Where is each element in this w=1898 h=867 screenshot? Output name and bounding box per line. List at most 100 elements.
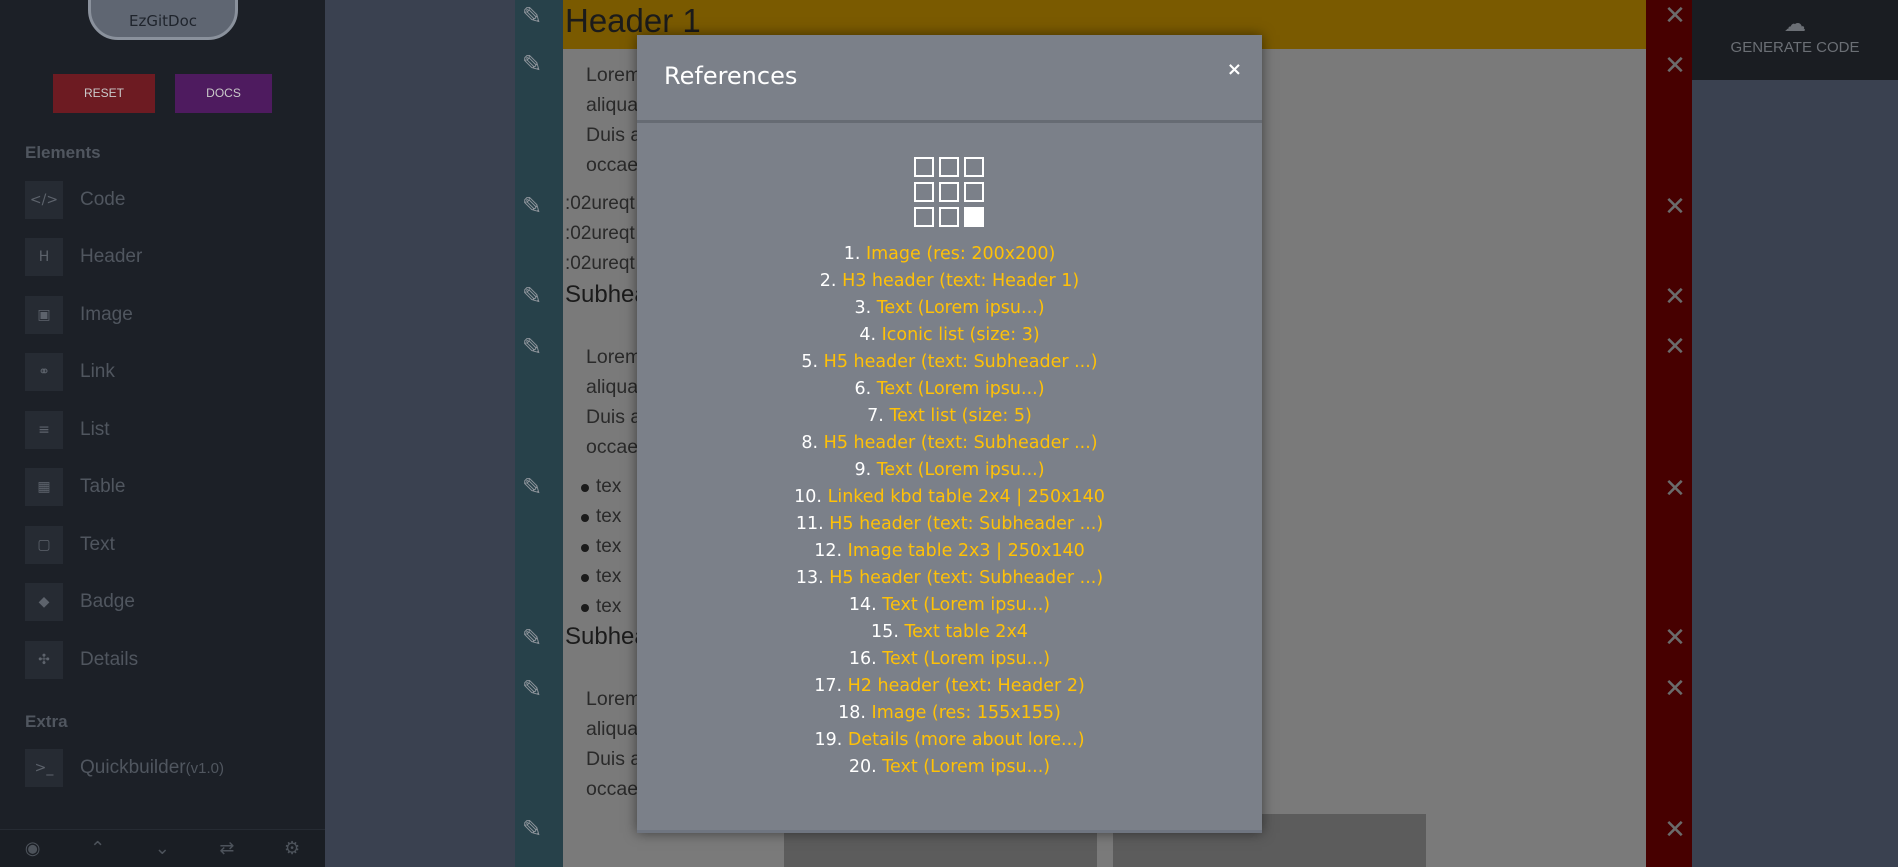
sidebar-item-label: Quickbuilder(v1.0)	[80, 757, 224, 779]
reference-link[interactable]: H5 header (text: Subheader ...)	[829, 568, 1103, 588]
doc-list-item: :02ureqt	[565, 253, 635, 274]
eye-icon[interactable]: ◉	[25, 838, 41, 859]
delete-icon[interactable]: ✕	[1661, 193, 1689, 221]
reference-link[interactable]: Text (Lorem ipsu...)	[877, 379, 1045, 399]
edit-pencil-icon[interactable]: ✎	[516, 192, 548, 224]
edit-pencil-icon[interactable]: ✎	[516, 50, 548, 82]
sidebar-item-list[interactable]: ≡ List	[25, 411, 305, 449]
delete-icon[interactable]: ✕	[1661, 624, 1689, 652]
edit-pencil-icon[interactable]: ✎	[516, 675, 548, 707]
generate-code-label: GENERATE CODE	[1730, 39, 1860, 56]
reference-number: 9.	[854, 460, 872, 480]
sidebar-item-label: Image	[80, 304, 133, 325]
sidebar-item-label: List	[80, 419, 110, 440]
list-item: 9. Text (Lorem ipsu...)	[637, 457, 1262, 484]
reference-link[interactable]: H5 header (text: Subheader ...)	[829, 514, 1103, 534]
workspace-gap	[325, 0, 515, 867]
edit-pencil-icon[interactable]: ✎	[516, 282, 548, 314]
delete-icon[interactable]: ✕	[1661, 2, 1689, 30]
delete-icon[interactable]: ✕	[1661, 475, 1689, 503]
edit-pencil-icon[interactable]: ✎	[516, 473, 548, 505]
sidebar-item-label: Text	[80, 534, 115, 555]
reference-number: 2.	[819, 271, 837, 291]
terminal-icon: >_	[25, 749, 63, 787]
sidebar-item-label: Header	[80, 246, 143, 267]
modal-header: References ×	[637, 35, 1262, 123]
docs-button[interactable]: DOCS	[175, 74, 272, 113]
references-modal: References × 1. Image (res: 200x200) 2. H…	[637, 35, 1262, 833]
reference-link[interactable]: Iconic list (size: 3)	[882, 325, 1040, 345]
edit-pencil-icon[interactable]: ✎	[516, 815, 548, 847]
reference-link[interactable]: Image (res: 155x155)	[872, 703, 1061, 723]
reference-number: 20.	[848, 757, 877, 777]
sidebar-item-header[interactable]: H Header	[25, 238, 305, 276]
delete-icon[interactable]: ✕	[1661, 52, 1689, 80]
image-icon: ▣	[25, 296, 63, 334]
elements-section-title: Elements	[25, 143, 101, 162]
reference-number: 16.	[848, 649, 877, 669]
delete-icon[interactable]: ✕	[1661, 816, 1689, 844]
sidebar-item-details[interactable]: ✣ Details	[25, 641, 305, 679]
sidebar-item-label: Table	[80, 476, 126, 497]
reference-link[interactable]: Text (Lorem ipsu...)	[877, 460, 1045, 480]
sidebar-item-badge[interactable]: ◆ Badge	[25, 583, 305, 621]
app-logo: EzGitDoc	[88, 0, 238, 40]
sidebar-item-link[interactable]: ⚭ Link	[25, 353, 305, 391]
list-item: 20. Text (Lorem ipsu...)	[637, 754, 1262, 781]
chevrons-down-icon[interactable]: ⌄	[155, 838, 170, 859]
delete-column	[1646, 0, 1692, 867]
extra-section-title: Extra	[25, 712, 68, 731]
reference-link[interactable]: Details (more about lore...)	[848, 730, 1085, 750]
reference-number: 13.	[795, 568, 824, 588]
sidebar-item-code[interactable]: </> Code	[25, 181, 305, 219]
reference-link[interactable]: Text (Lorem ipsu...)	[882, 595, 1050, 615]
reference-link[interactable]: H2 header (text: Header 2)	[848, 676, 1085, 696]
reference-number: 6.	[854, 379, 872, 399]
edit-pencil-icon[interactable]: ✎	[516, 2, 548, 34]
sidebar-item-image[interactable]: ▣ Image	[25, 296, 305, 334]
sidebar-item-text[interactable]: ▢ Text	[25, 526, 305, 564]
delete-icon[interactable]: ✕	[1661, 283, 1689, 311]
list-item: 14. Text (Lorem ipsu...)	[637, 592, 1262, 619]
list-item: 3. Text (Lorem ipsu...)	[637, 295, 1262, 322]
edit-pencil-icon[interactable]: ✎	[516, 624, 548, 656]
generate-code-button[interactable]: ☁ GENERATE CODE	[1692, 0, 1898, 80]
sidebar-item-quickbuilder[interactable]: >_ Quickbuilder(v1.0)	[25, 749, 305, 787]
text-icon: ▢	[25, 526, 63, 564]
delete-icon[interactable]: ✕	[1661, 675, 1689, 703]
reference-number: 10.	[794, 487, 822, 507]
sidebar-item-table[interactable]: ▦ Table	[25, 468, 305, 506]
reference-link[interactable]: Text table 2x4	[904, 622, 1027, 642]
reference-link[interactable]: H5 header (text: Subheader ...)	[824, 352, 1098, 372]
edit-pencil-icon[interactable]: ✎	[516, 333, 548, 365]
chevrons-up-icon[interactable]: ⌃	[90, 838, 105, 859]
gear-icon[interactable]: ⚙	[284, 838, 300, 859]
sidebar-item-label: Badge	[80, 591, 135, 612]
reset-button[interactable]: RESET	[53, 74, 155, 113]
delete-icon[interactable]: ✕	[1661, 333, 1689, 361]
list-item: 10. Linked kbd table 2x4 | 250x140	[637, 484, 1262, 511]
reference-link[interactable]: Image table 2x3 | 250x140	[848, 541, 1085, 561]
list-item: 6. Text (Lorem ipsu...)	[637, 376, 1262, 403]
swap-icon[interactable]: ⇄	[219, 838, 234, 859]
sidebar-item-label: Link	[80, 361, 115, 382]
reference-link[interactable]: Text (Lorem ipsu...)	[882, 757, 1050, 777]
reference-number: 17.	[814, 676, 843, 696]
doc-bullet: tex	[580, 476, 622, 497]
reference-link[interactable]: Text list (size: 5)	[889, 406, 1031, 426]
reference-link[interactable]: H3 header (text: Header 1)	[842, 271, 1079, 291]
reference-number: 12.	[814, 541, 843, 561]
reference-link[interactable]: Image (res: 200x200)	[866, 244, 1055, 264]
reference-link[interactable]: Text (Lorem ipsu...)	[882, 649, 1050, 669]
reference-number: 19.	[814, 730, 843, 750]
reference-link[interactable]: Linked kbd table 2x4 | 250x140	[828, 487, 1105, 507]
close-icon[interactable]: ×	[1227, 59, 1242, 80]
doc-list-item: :02ureqt	[565, 223, 635, 244]
reference-link[interactable]: Text (Lorem ipsu...)	[877, 298, 1045, 318]
doc-bullet: tex	[580, 506, 622, 527]
code-icon: </>	[25, 181, 63, 219]
reference-link[interactable]: H5 header (text: Subheader ...)	[824, 433, 1098, 453]
reference-number: 11.	[795, 514, 824, 534]
header-icon: H	[25, 238, 63, 276]
references-list: 1. Image (res: 200x200) 2. H3 header (tex…	[637, 241, 1262, 781]
